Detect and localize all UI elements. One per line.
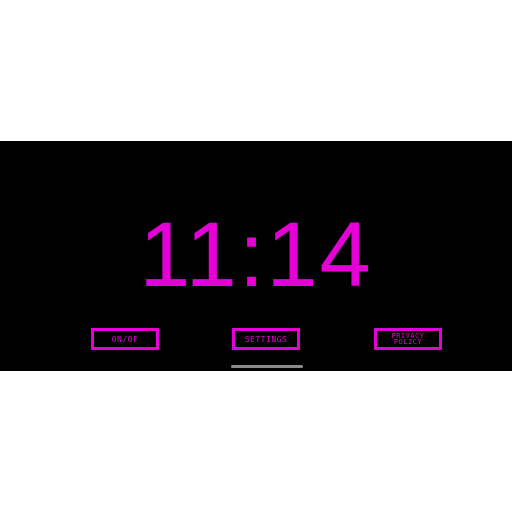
privacy-policy-button[interactable]: PRIVACY POLICY bbox=[374, 328, 442, 350]
clock-screen: 11:14 ON/OF SETTINGS PRIVACY POLICY bbox=[0, 141, 512, 371]
settings-button[interactable]: SETTINGS bbox=[232, 328, 300, 350]
on-off-button-label: ON/OF bbox=[111, 334, 139, 344]
clock-time: 11:14 bbox=[139, 204, 373, 306]
privacy-policy-button-label: PRIVACY POLICY bbox=[391, 333, 424, 346]
privacy-policy-line-2: POLICY bbox=[393, 338, 423, 346]
on-off-button[interactable]: ON/OF bbox=[91, 328, 159, 350]
settings-button-label: SETTINGS bbox=[244, 334, 288, 344]
home-indicator[interactable] bbox=[231, 365, 303, 368]
